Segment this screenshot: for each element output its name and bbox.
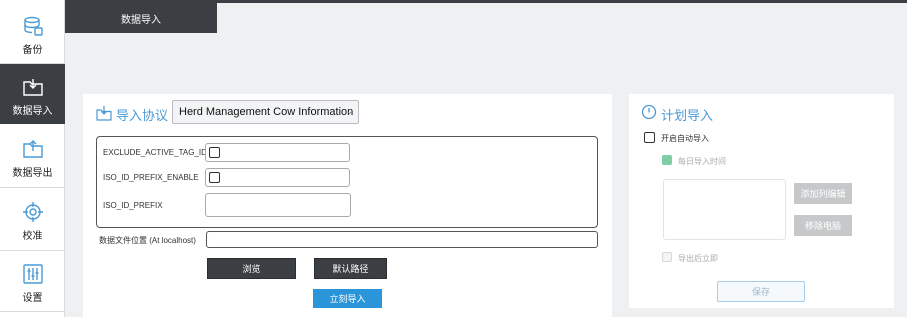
- import-time-list[interactable]: [663, 179, 786, 240]
- param-label: ISO_ID_PREFIX_ENABLE: [103, 173, 199, 182]
- sidebar-item-backup[interactable]: 备份: [0, 3, 65, 63]
- import-panel: 导入协议 Herd Management Cow Information ⌄ E…: [83, 94, 612, 317]
- exclude-active-tag-id-field[interactable]: [205, 143, 350, 162]
- sidebar-item-calibrate[interactable]: 校准: [0, 189, 65, 249]
- default-path-button[interactable]: 默认路径: [314, 258, 387, 279]
- data-file-location-label: 数据文件位置 (At localhost): [99, 236, 196, 245]
- divider: [0, 311, 65, 312]
- schedule-import-panel: 计划导入 开启自动导入 每日导入时间 添加列编辑 移除电脑 导出后立即 保存: [629, 94, 894, 308]
- sidebar-item-settings[interactable]: 设置: [0, 251, 65, 311]
- add-button[interactable]: 添加列编辑: [794, 183, 852, 204]
- folder-import-icon: [21, 76, 45, 98]
- iso-id-prefix-input[interactable]: [205, 193, 351, 217]
- import-protocol-title: 导入协议: [116, 108, 169, 123]
- data-file-location-input[interactable]: [206, 231, 598, 248]
- sidebar-item-label: 数据导出: [12, 168, 53, 179]
- protocol-select-value: Herd Management Cow Information: [179, 106, 354, 118]
- daily-import-time-checkbox[interactable]: [662, 155, 672, 165]
- remove-button[interactable]: 移除电脑: [794, 215, 852, 236]
- folder-export-icon: [21, 138, 45, 160]
- sidebar-item-import[interactable]: 数据导入: [0, 64, 65, 124]
- daily-import-time-label: 每日导入时间: [678, 157, 726, 166]
- sidebar-item-label: 设置: [22, 293, 43, 304]
- param-label: ISO_ID_PREFIX: [103, 201, 163, 210]
- sliders-icon: [21, 263, 45, 285]
- exclude-active-tag-id-checkbox[interactable]: [209, 147, 220, 158]
- protocol-params-box: EXCLUDE_ACTIVE_TAG_ID ISO_ID_PREFIX_ENAB…: [96, 136, 598, 228]
- sidebar-item-label: 数据导入: [12, 106, 53, 117]
- crosshair-icon: [21, 201, 45, 223]
- enable-auto-import-label: 开启自动导入: [661, 134, 709, 143]
- param-label: EXCLUDE_ACTIVE_TAG_ID: [103, 148, 207, 157]
- iso-id-prefix-enable-checkbox[interactable]: [209, 172, 220, 183]
- after-export-label: 导出后立即: [678, 254, 718, 263]
- database-icon: [21, 15, 45, 37]
- iso-id-prefix-enable-field[interactable]: [205, 168, 350, 187]
- chevron-down-icon: ⌄: [346, 107, 353, 116]
- clock-icon: [641, 104, 657, 120]
- save-button[interactable]: 保存: [717, 281, 805, 302]
- import-icon: [96, 105, 112, 121]
- tab-data-import[interactable]: 数据导入: [65, 3, 217, 33]
- protocol-select[interactable]: Herd Management Cow Information ⌄: [172, 100, 359, 124]
- enable-auto-import-checkbox[interactable]: [644, 132, 655, 143]
- sidebar-item-export[interactable]: 数据导出: [0, 126, 65, 186]
- schedule-import-title: 计划导入: [661, 108, 714, 123]
- divider: [0, 187, 65, 188]
- sidebar-item-label: 备份: [22, 45, 43, 56]
- browse-button[interactable]: 浏览: [207, 258, 296, 279]
- sidebar-item-label: 校准: [22, 231, 43, 242]
- after-export-checkbox[interactable]: [662, 252, 672, 262]
- import-now-button[interactable]: 立刻导入: [313, 289, 382, 308]
- sidebar: 备份 数据导入 数据导出 校准 设置: [0, 0, 65, 317]
